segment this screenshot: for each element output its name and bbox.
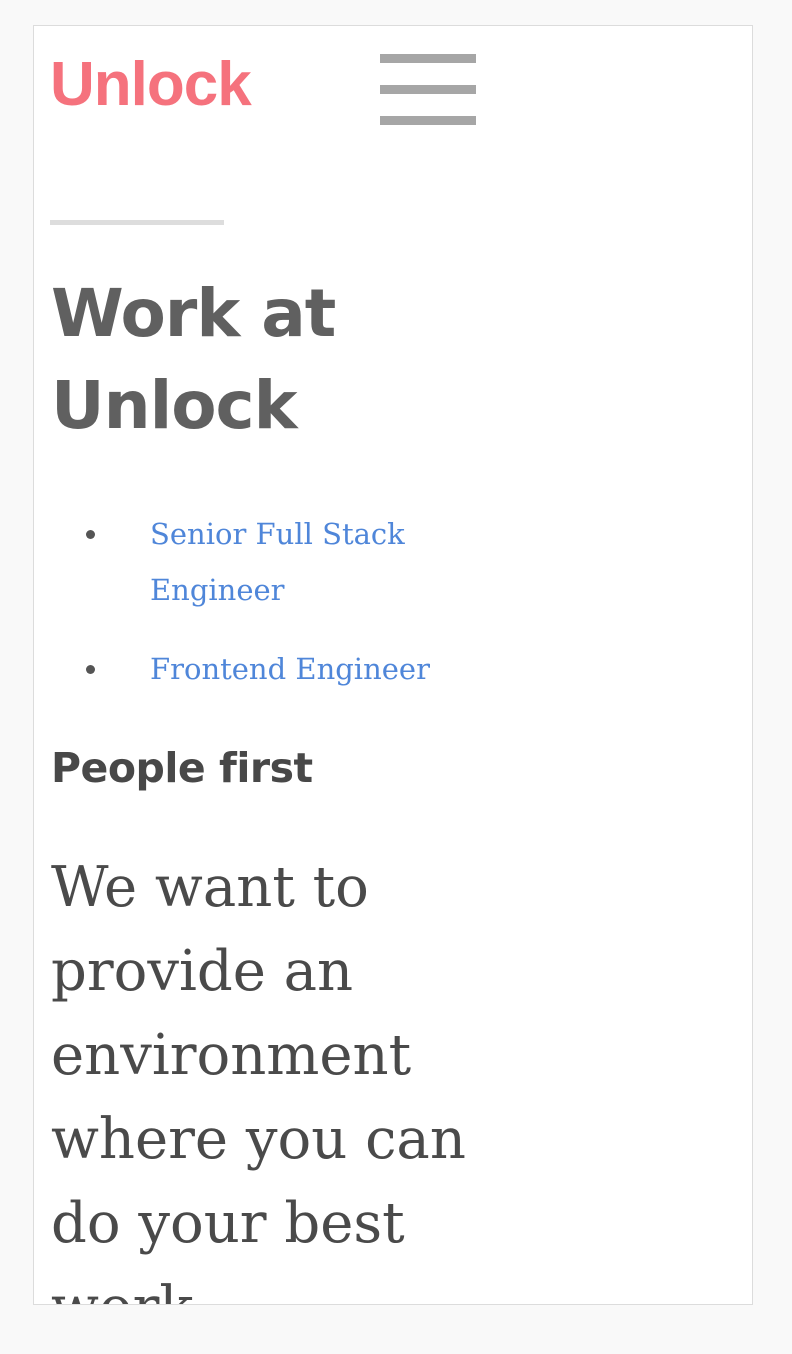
bullet-icon xyxy=(86,665,95,674)
job-link-senior-full-stack-engineer[interactable]: Senior Full Stack Engineer xyxy=(150,506,470,618)
bullet-icon xyxy=(86,530,95,539)
lead-paragraph: We want to provide an environment where … xyxy=(51,855,466,1304)
job-link-frontend-engineer[interactable]: Frontend Engineer xyxy=(150,641,430,697)
page-frame: Unlock Work at Unlock Senior Full Stack … xyxy=(33,25,753,1305)
hamburger-icon-bar xyxy=(380,85,476,94)
site-header: Unlock xyxy=(34,26,752,166)
title-divider xyxy=(50,220,224,225)
hamburger-icon-bar xyxy=(380,116,476,125)
hamburger-menu-button[interactable] xyxy=(380,54,476,126)
hamburger-icon-bar xyxy=(380,54,476,63)
job-openings-list: Senior Full Stack Engineer Frontend Engi… xyxy=(50,506,650,720)
page-title: Work at Unlock xyxy=(51,275,336,444)
list-item: Senior Full Stack Engineer xyxy=(50,506,650,618)
list-item: Frontend Engineer xyxy=(50,641,650,697)
section-heading-people-first: People first xyxy=(51,744,313,792)
unlock-logo[interactable]: Unlock xyxy=(50,54,252,116)
